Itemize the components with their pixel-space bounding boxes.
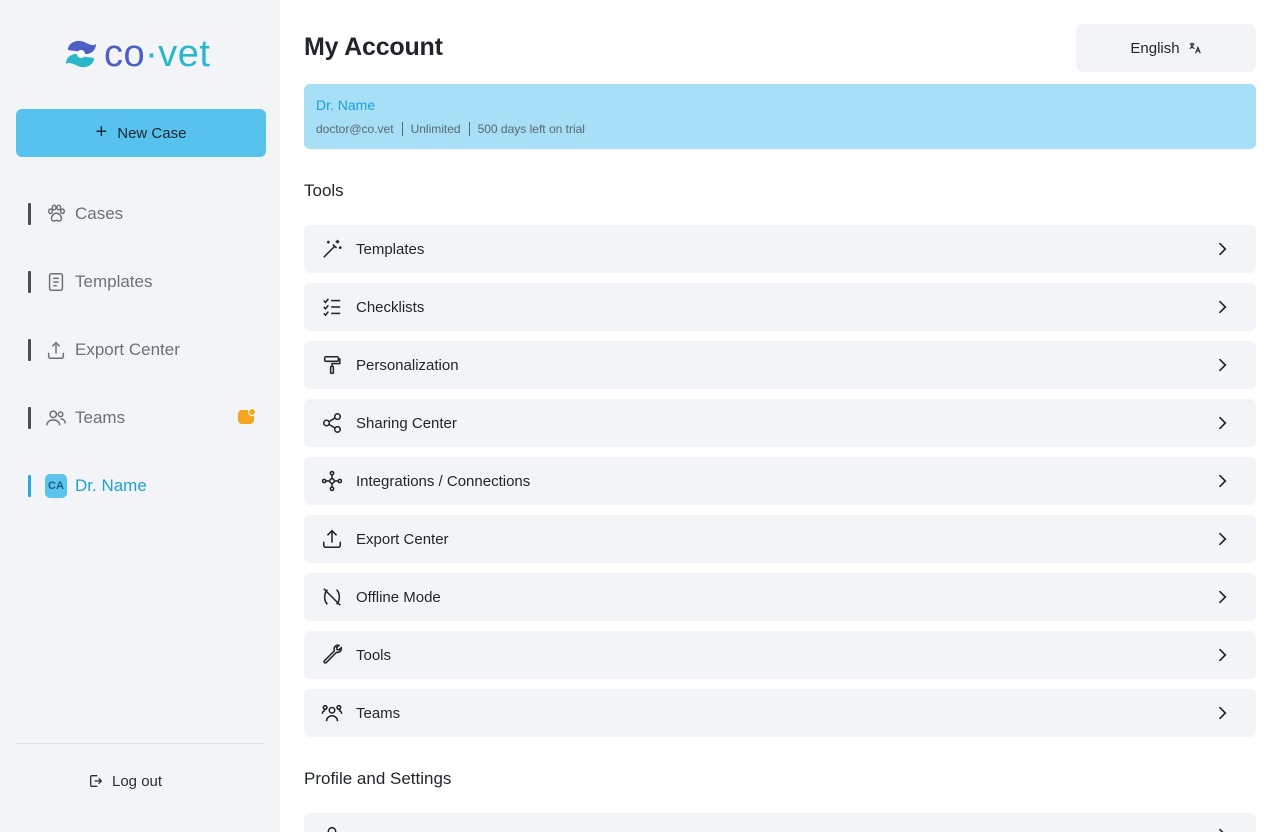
tool-row-label: Personalization [356,356,459,374]
team-icon [320,701,344,725]
share-icon [320,411,344,435]
user-icon [320,823,344,832]
logo-text: co·vet [104,32,211,75]
chevron-right-icon [1212,645,1232,665]
avatar: CA [45,474,67,498]
translate-icon [1188,41,1202,55]
tool-row-tools[interactable]: Tools [304,631,1256,679]
language-label: English [1130,39,1180,57]
logo-mark-icon [66,40,96,68]
page-title: My Account [304,33,443,61]
sidebar-item-label: Dr. Name [75,476,147,495]
upload-icon [45,339,67,361]
offline-icon [320,585,344,609]
tool-row-label: Sharing Center [356,414,457,432]
chevron-right-icon [1212,587,1232,607]
chevron-right-icon [1212,355,1232,375]
nav-indicator [28,475,31,497]
account-summary-card: Dr. Name doctor@co.vet Unlimited 500 day… [304,84,1256,149]
section-title-profile-settings: Profile and Settings [304,769,452,788]
sidebar: co·vet + New Case Cases Templates Export… [0,0,280,832]
users-icon [45,407,67,429]
plus-icon: + [95,121,108,143]
tool-row-label: Integrations / Connections [356,472,531,490]
nav-indicator [28,271,31,293]
sidebar-item-templates[interactable]: Templates [28,270,260,294]
wrench-icon [320,643,344,667]
tool-row-integrations[interactable]: Integrations / Connections [304,457,1256,505]
sidebar-item-teams[interactable]: Teams [28,406,260,430]
language-selector[interactable]: English [1076,24,1256,72]
new-case-button[interactable]: + New Case [16,109,266,157]
upload-icon [320,527,344,551]
tool-row-templates[interactable]: Templates [304,225,1256,273]
account-trial: 500 days left on trial [477,122,585,136]
nav-indicator [28,407,31,429]
chevron-right-icon [1212,297,1232,317]
tool-row-sharing-center[interactable]: Sharing Center [304,399,1256,447]
sidebar-item-label: Teams [75,408,126,427]
logout-icon [88,773,104,789]
tool-row-label: Templates [356,240,425,258]
chevron-right-icon [1212,825,1232,832]
checklist-icon [320,295,344,319]
sidebar-item-label: Templates [75,272,153,291]
account-name: Dr. Name [316,97,376,113]
paw-icon [45,203,67,225]
account-meta: doctor@co.vet Unlimited 500 days left on… [316,122,585,136]
paint-roller-icon [320,353,344,377]
chevron-right-icon [1212,471,1232,491]
tool-row-label: Export Center [356,530,449,548]
avatar-initials: CA [45,474,67,498]
tool-row-label: Checklists [356,298,425,316]
sidebar-item-profile[interactable]: CA Dr. Name [28,474,260,498]
section-title-tools: Tools [304,181,344,200]
tool-row-export-center[interactable]: Export Center [304,515,1256,563]
chevron-right-icon [1212,529,1232,549]
tool-row-label: Offline Mode [356,588,441,606]
account-plan: Unlimited [410,122,461,136]
tool-row-checklists[interactable]: Checklists [304,283,1256,331]
chevron-right-icon [1212,239,1232,259]
magic-wand-icon [320,237,344,261]
chevron-right-icon [1212,703,1232,723]
network-icon [320,469,344,493]
tool-row-label: Tools [356,646,392,664]
sidebar-item-export-center[interactable]: Export Center [28,338,260,362]
new-case-label: New Case [117,124,187,142]
sidebar-item-label: Cases [75,204,124,223]
meta-separator [468,122,470,136]
tool-row-teams[interactable]: Teams [304,689,1256,737]
sidebar-divider [16,743,264,744]
meta-separator [401,122,403,136]
notification-badge [238,408,256,424]
sidebar-item-label: Export Center [75,340,180,359]
logout-button[interactable]: Log out [88,770,162,792]
account-email: doctor@co.vet [316,122,394,136]
document-icon [45,271,67,293]
tool-row-personalization[interactable]: Personalization [304,341,1256,389]
logout-label: Log out [112,772,163,790]
chevron-right-icon [1212,413,1232,433]
nav-indicator [28,339,31,361]
tool-row-offline-mode[interactable]: Offline Mode [304,573,1256,621]
profile-row-partial[interactable] [304,813,1256,832]
sidebar-item-cases[interactable]: Cases [28,202,260,226]
tool-row-label: Teams [356,704,401,722]
co-vet-logo[interactable]: co·vet [64,32,211,75]
nav-indicator [28,203,31,225]
